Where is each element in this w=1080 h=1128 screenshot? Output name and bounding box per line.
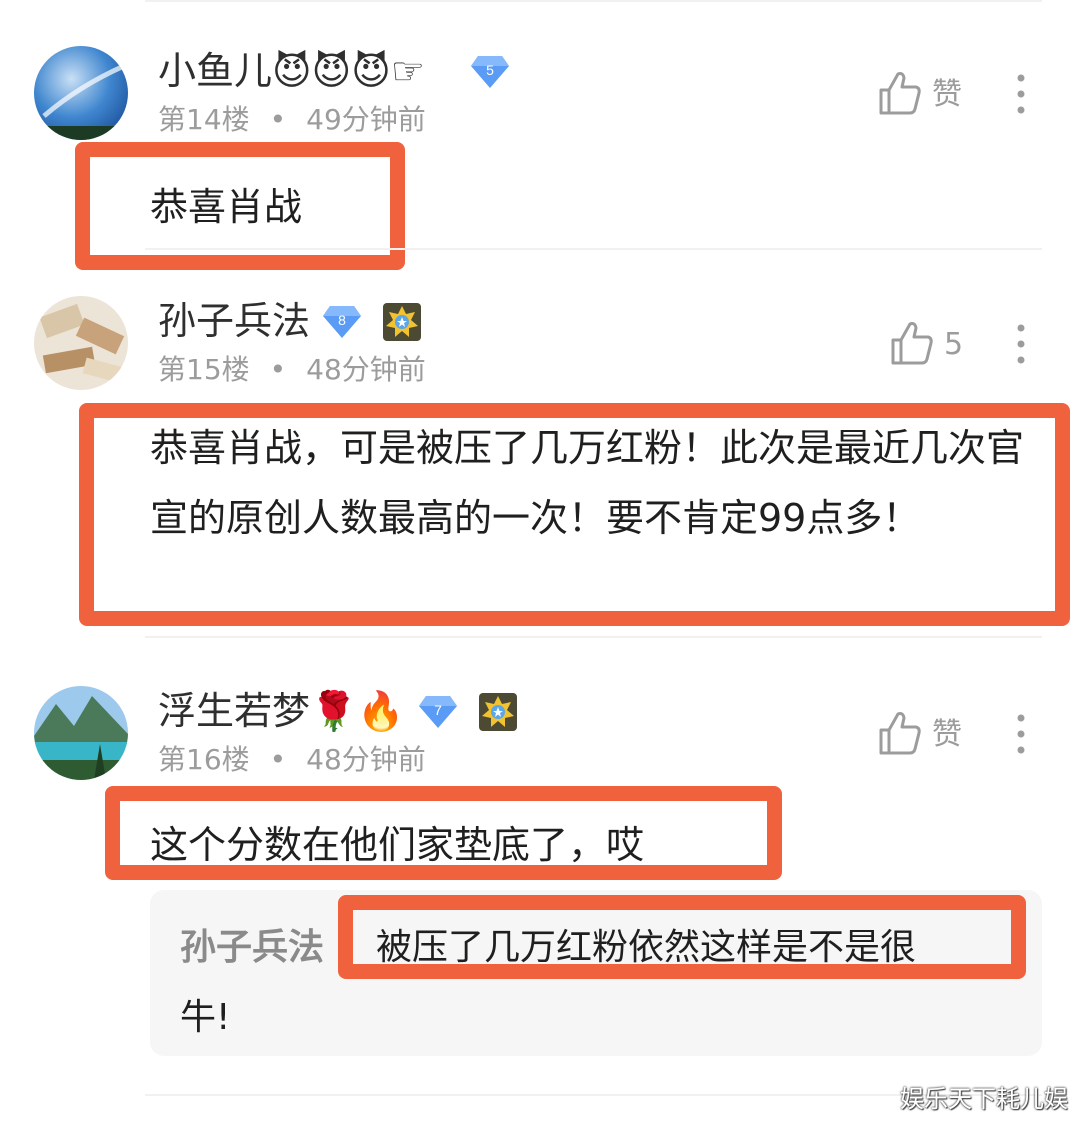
watermark: 娱乐天下耗儿娱 <box>900 1085 1068 1113</box>
comment-text: 这个分数在他们家垫底了，哎 <box>150 823 645 867</box>
diamond-level-icon: 7 <box>418 694 458 734</box>
avatar[interactable] <box>34 686 128 780</box>
more-vertical-icon <box>1006 714 1036 760</box>
username[interactable]: 小鱼儿😈😈😈☞ <box>158 52 425 90</box>
badge-group: 5 <box>470 54 510 94</box>
separator-dot: • <box>269 743 287 776</box>
reply-text-continued: 牛! <box>180 997 231 1038</box>
floor-number: 第14楼 <box>158 103 250 136</box>
like-button[interactable]: 赞 <box>878 710 962 760</box>
thumbs-up-icon <box>890 320 934 370</box>
diamond-level-icon: 5 <box>470 54 510 94</box>
badge-group: 7 <box>418 692 518 736</box>
username[interactable]: 孙子兵法 <box>158 302 310 340</box>
thumbs-up-icon <box>878 70 922 120</box>
comment-meta: 第16楼 • 48分钟前 <box>158 746 426 774</box>
gold-medal-icon <box>478 692 518 736</box>
more-options-button[interactable] <box>1006 712 1036 760</box>
timestamp: 49分钟前 <box>306 103 426 136</box>
comment-text: 恭喜肖战，可是被压了几万红粉！此次是最近几次官宣的原创人数最高的一次！要不肯定9… <box>150 426 1025 540</box>
separator-dot: • <box>269 353 287 386</box>
badge-group: 8 <box>322 302 422 346</box>
diamond-level-icon: 8 <box>322 304 362 344</box>
more-vertical-icon <box>1006 324 1036 370</box>
svg-text:8: 8 <box>338 312 346 328</box>
svg-text:5: 5 <box>486 62 494 78</box>
divider-top <box>145 0 1042 2</box>
separator-dot: • <box>269 103 287 136</box>
more-options-button[interactable] <box>1006 72 1036 120</box>
comment-text: 恭喜肖战 <box>150 185 303 229</box>
more-vertical-icon <box>1006 74 1036 120</box>
gold-medal-icon <box>382 302 422 346</box>
thumbs-up-icon <box>878 710 922 760</box>
like-count: 5 <box>944 327 964 362</box>
avatar[interactable] <box>34 296 128 390</box>
floor-number: 第15楼 <box>158 353 250 386</box>
like-label: 赞 <box>932 77 962 112</box>
avatar[interactable] <box>34 46 128 140</box>
like-label: 赞 <box>932 717 962 752</box>
like-button[interactable]: 赞 <box>878 70 962 120</box>
divider <box>145 636 1042 638</box>
more-options-button[interactable] <box>1006 322 1036 370</box>
floor-number: 第16楼 <box>158 743 250 776</box>
like-button[interactable]: 5 <box>890 320 963 370</box>
timestamp: 48分钟前 <box>306 353 426 386</box>
comment-meta: 第15楼 • 48分钟前 <box>158 356 426 384</box>
svg-text:7: 7 <box>434 702 442 718</box>
timestamp: 48分钟前 <box>306 743 426 776</box>
divider <box>145 248 1042 250</box>
username[interactable]: 浮生若梦🌹🔥 <box>158 692 405 730</box>
comment-meta: 第14楼 • 49分钟前 <box>158 106 426 134</box>
reply-text: 被压了几万红粉依然这样是不是很 <box>376 927 917 968</box>
reply-author[interactable]: 孙子兵法 <box>180 918 324 970</box>
